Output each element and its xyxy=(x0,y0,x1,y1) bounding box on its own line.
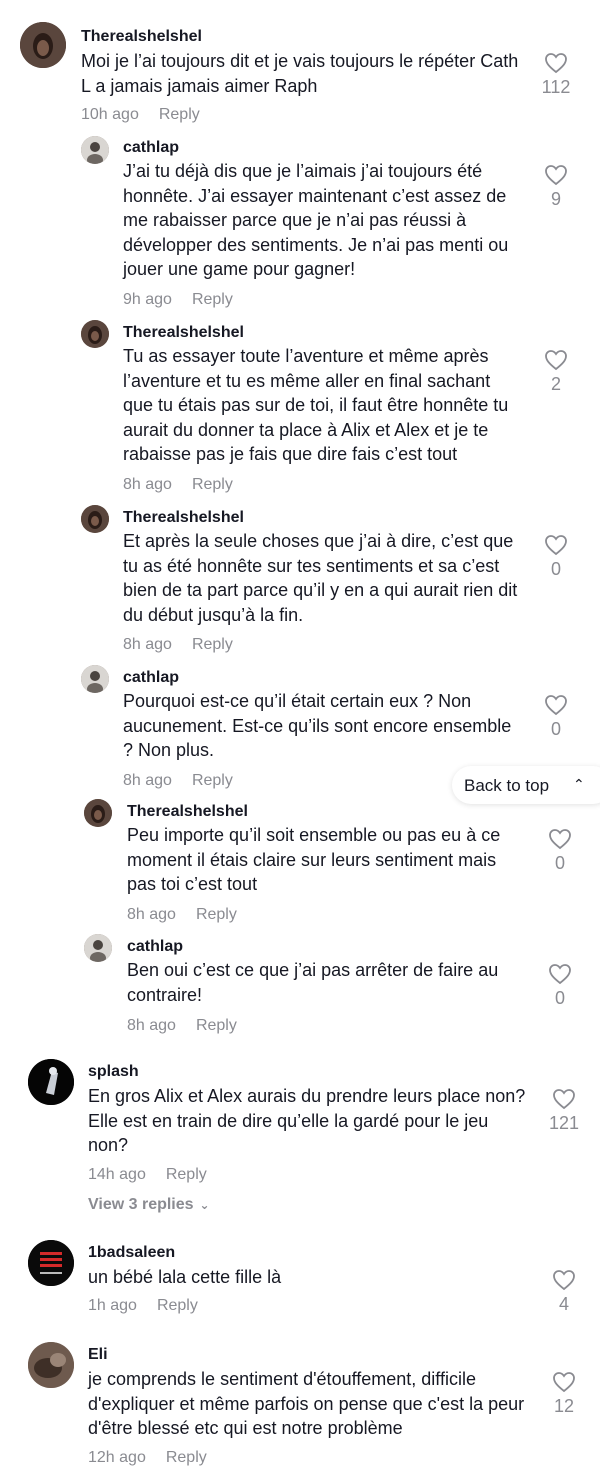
double-chevron-up-icon: ⌃ xyxy=(573,776,585,792)
like-button[interactable]: 121 xyxy=(534,1088,594,1134)
comment-text: Tu as essayer toute l’aventure et même a… xyxy=(123,346,509,464)
comment-text: Peu importe qu’il soit ensemble ou pas e… xyxy=(127,825,501,894)
avatar[interactable] xyxy=(81,136,109,164)
like-button[interactable]: 4 xyxy=(534,1269,594,1315)
avatar[interactable] xyxy=(84,934,112,962)
comment-time: 8h ago xyxy=(123,772,172,789)
comment-text: Moi je l’ai toujours dit et je vais touj… xyxy=(81,51,519,96)
reply-button[interactable]: Reply xyxy=(192,476,233,493)
comment-username[interactable]: splash xyxy=(88,1063,139,1081)
view-replies-label: View 3 replies xyxy=(88,1196,194,1213)
like-button[interactable]: 0 xyxy=(530,828,590,874)
comment-username[interactable]: Therealshelshel xyxy=(81,28,202,46)
like-count: 0 xyxy=(550,719,561,739)
like-count: 12 xyxy=(553,1396,575,1416)
heart-outline-icon[interactable] xyxy=(526,52,586,74)
comment-time: 10h ago xyxy=(81,106,139,123)
avatar[interactable] xyxy=(81,320,109,348)
reply-button[interactable]: Reply xyxy=(166,1449,207,1466)
like-button[interactable]: 112 xyxy=(526,52,586,98)
reply-button[interactable]: Reply xyxy=(166,1166,207,1183)
comment-text: J’ai tu déjà dis que je l’aimais j’ai to… xyxy=(123,161,509,279)
comment-meta: 8h ago Reply xyxy=(123,772,233,790)
comment-meta: 10h ago Reply xyxy=(81,106,200,124)
comment-time: 9h ago xyxy=(123,291,172,308)
avatar[interactable] xyxy=(81,665,109,693)
back-to-top-label: Back to top xyxy=(464,776,550,795)
comment-time: 1h ago xyxy=(88,1297,137,1314)
avatar[interactable] xyxy=(28,1342,74,1388)
heart-outline-icon[interactable] xyxy=(526,164,586,186)
heart-outline-icon[interactable] xyxy=(534,1371,594,1393)
reply-button[interactable]: Reply xyxy=(196,1017,237,1034)
comment-meta: 9h ago Reply xyxy=(123,291,233,309)
like-count: 9 xyxy=(550,189,561,209)
like-count: 0 xyxy=(550,559,561,579)
comment-meta: 12h ago Reply xyxy=(88,1449,207,1467)
like-button[interactable]: 0 xyxy=(530,963,590,1009)
comment-time: 8h ago xyxy=(123,636,172,653)
heart-outline-icon[interactable] xyxy=(526,534,586,556)
heart-outline-icon[interactable] xyxy=(526,694,586,716)
like-count: 0 xyxy=(554,853,565,873)
reply-button[interactable]: Reply xyxy=(192,636,233,653)
chevron-down-icon: ⌄ xyxy=(199,1198,210,1212)
like-button[interactable]: 0 xyxy=(526,534,586,580)
comment-time: 12h ago xyxy=(88,1449,146,1466)
comment-text: Pourquoi est-ce qu’il était certain eux … xyxy=(123,691,512,760)
like-button[interactable]: 12 xyxy=(534,1371,594,1417)
comment-meta: 1h ago Reply xyxy=(88,1297,198,1315)
comment-username[interactable]: Eli xyxy=(88,1346,108,1364)
comment-username[interactable]: Therealshelshel xyxy=(123,324,244,342)
comment-time: 8h ago xyxy=(123,476,172,493)
avatar[interactable] xyxy=(81,505,109,533)
comment-username[interactable]: 1badsaleen xyxy=(88,1244,175,1262)
comment-username[interactable]: Therealshelshel xyxy=(127,803,248,821)
like-count: 4 xyxy=(558,1294,569,1314)
comment-meta: 8h ago Reply xyxy=(123,636,233,654)
comment-text: En gros Alix et Alex aurais du prendre l… xyxy=(88,1086,526,1155)
comment-text: Ben oui c’est ce que j’ai pas arrêter de… xyxy=(127,960,499,1005)
heart-outline-icon[interactable] xyxy=(534,1088,594,1110)
like-button[interactable]: 9 xyxy=(526,164,586,210)
like-count: 2 xyxy=(550,374,561,394)
heart-outline-icon[interactable] xyxy=(530,828,590,850)
reply-button[interactable]: Reply xyxy=(159,106,200,123)
view-replies-button[interactable]: View 3 replies ⌄ xyxy=(88,1196,210,1214)
comment-time: 14h ago xyxy=(88,1166,146,1183)
reply-button[interactable]: Reply xyxy=(157,1297,198,1314)
comment-username[interactable]: Therealshelshel xyxy=(123,509,244,527)
comment-text: je comprends le sentiment d'étouffement,… xyxy=(88,1369,525,1438)
like-button[interactable]: 2 xyxy=(526,349,586,395)
avatar[interactable] xyxy=(28,1059,74,1105)
like-count: 0 xyxy=(554,988,565,1008)
like-count: 112 xyxy=(541,77,571,97)
avatar[interactable] xyxy=(20,22,66,68)
like-count: 121 xyxy=(548,1113,580,1133)
comment-meta: 14h ago Reply xyxy=(88,1166,207,1184)
comment-meta: 8h ago Reply xyxy=(127,1017,237,1035)
comment-text: Et après la seule choses que j’ai à dire… xyxy=(123,531,518,625)
reply-button[interactable]: Reply xyxy=(196,906,237,923)
comment-meta: 8h ago Reply xyxy=(127,906,237,924)
reply-button[interactable]: Reply xyxy=(192,772,233,789)
comment-time: 8h ago xyxy=(127,1017,176,1034)
reply-button[interactable]: Reply xyxy=(192,291,233,308)
heart-outline-icon[interactable] xyxy=(530,963,590,985)
heart-outline-icon[interactable] xyxy=(526,349,586,371)
comment-text: un bébé lala cette fille là xyxy=(88,1267,282,1287)
comment-username[interactable]: cathlap xyxy=(123,139,179,157)
back-to-top-button[interactable]: Back to top ⌃ xyxy=(452,766,600,804)
comment-time: 8h ago xyxy=(127,906,176,923)
avatar[interactable] xyxy=(84,799,112,827)
like-button[interactable]: 0 xyxy=(526,694,586,740)
comment-username[interactable]: cathlap xyxy=(123,669,179,687)
comment-meta: 8h ago Reply xyxy=(123,476,233,494)
avatar[interactable] xyxy=(28,1240,74,1286)
heart-outline-icon[interactable] xyxy=(534,1269,594,1291)
comment-username[interactable]: cathlap xyxy=(127,938,183,956)
